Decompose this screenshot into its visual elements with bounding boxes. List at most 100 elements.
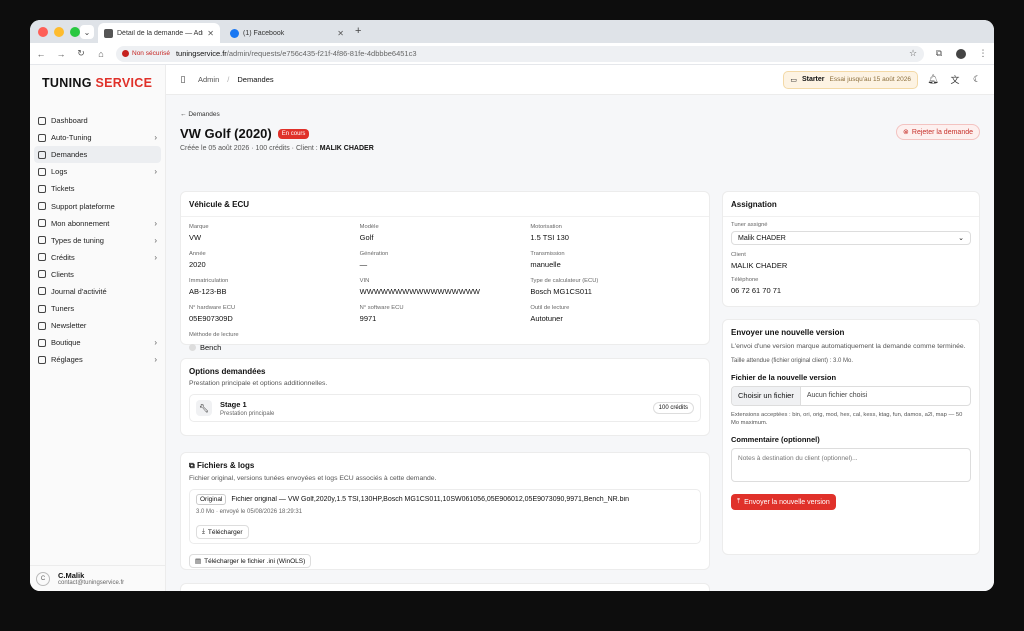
sidebar-item-label: Auto-Tuning <box>51 133 92 143</box>
assignment-card-title: Assignation <box>731 200 777 209</box>
menu-item-icon <box>38 133 46 142</box>
bookmark-star-icon[interactable]: ☆ <box>908 48 918 59</box>
field-value: AB-123-BB <box>189 287 227 296</box>
breadcrumb-separator: / <box>227 75 230 84</box>
next-card <box>180 583 710 591</box>
user-name: C.Malik <box>58 571 85 580</box>
main-content: ▯ Admin / Demandes ▭ Starter Essai jusqu… <box>166 65 994 591</box>
browser-toolbar-right: ⧉ ⋮ <box>934 48 988 59</box>
sidebar-item-label: Tickets <box>51 184 75 194</box>
bell-icon[interactable]: 🔔︎ <box>926 74 940 85</box>
tuner-select[interactable]: Malik CHADER ⌄ <box>731 231 971 245</box>
field-value: 2020 <box>189 260 206 269</box>
avatar: C <box>36 571 50 586</box>
chevron-right-icon: › <box>154 252 157 262</box>
file-row: Original Fichier original — VW Golf,2020… <box>189 489 701 544</box>
tab-search-button[interactable]: ⌄ <box>80 25 94 39</box>
kebab-menu-icon[interactable]: ⋮ <box>978 48 988 59</box>
sidebar-item-dashboard[interactable]: Dashboard <box>34 112 161 129</box>
security-indicator[interactable]: Non sécurisé <box>122 50 170 57</box>
sidebar-item-auto-tuning[interactable]: Auto-Tuning › <box>34 129 161 146</box>
breadcrumb-admin[interactable]: Admin <box>198 75 219 84</box>
sidebar-item-types-de-tuning[interactable]: Types de tuning › <box>34 232 161 249</box>
theme-toggle-icon[interactable]: ☾ <box>970 74 984 85</box>
chevron-down-icon: ⌄ <box>83 27 91 37</box>
x-circle-icon: ⊗ <box>903 129 909 136</box>
browser-window: ⌄ Détail de la demande — Admi ✕ (1) Face… <box>30 20 994 591</box>
download-button[interactable]: ⤓ Télécharger <box>196 525 249 539</box>
new-tab-button[interactable]: + <box>355 25 361 37</box>
menu-item-icon <box>38 338 46 347</box>
sidebar-item-mon-abonnement[interactable]: Mon abonnement › <box>34 215 161 232</box>
field-value: VW <box>189 233 202 242</box>
vehicle-field: VIN WWWWWWWWWWWWWWWWW <box>360 278 531 296</box>
field-value: 1.5 TSI 130 <box>530 233 569 242</box>
close-window-button[interactable] <box>38 27 48 37</box>
vehicle-field: Motorisation 1.5 TSI 130 <box>530 224 701 242</box>
vehicle-field: N° software ECU 9971 <box>360 305 531 323</box>
sidebar-item-label: Dashboard <box>51 116 88 126</box>
back-arrow-icon[interactable]: ← <box>36 49 46 59</box>
close-tab-icon[interactable]: ✕ <box>337 29 344 38</box>
download-ini-button[interactable]: ▤ Télécharger le fichier .ini (WinOLS) <box>189 554 312 568</box>
extensions-icon[interactable]: ⧉ <box>934 48 944 59</box>
sidebar-item-journal-d-activit[interactable]: Journal d'activité <box>34 283 161 300</box>
warning-icon <box>122 50 129 57</box>
calendar-icon: ▭ <box>790 76 797 84</box>
plan-badge[interactable]: ▭ Starter Essai jusqu'au 15 août 2026 <box>783 70 918 89</box>
sidebar-item-r-glages[interactable]: Réglages › <box>34 351 161 368</box>
sidebar-item-label: Demandes <box>51 150 88 160</box>
sidebar-item-label: Logs <box>51 167 68 177</box>
field-label: Transmission <box>530 251 565 257</box>
field-label: Marque <box>189 224 209 230</box>
sidebar-item-tickets[interactable]: Tickets <box>34 180 161 197</box>
choose-file-button[interactable]: Choisir un fichier <box>732 386 801 405</box>
menu-item-icon <box>38 270 46 279</box>
sidebar-item-label: Clients <box>51 269 74 279</box>
field-label: VIN <box>359 278 370 284</box>
back-link[interactable]: ← Demandes <box>180 111 980 118</box>
plan-trial-text: Essai jusqu'au 15 août 2026 <box>829 76 911 83</box>
field-value: 9971 <box>359 314 377 323</box>
menu-item-icon <box>38 355 46 364</box>
browser-tab-active[interactable]: Détail de la demande — Admi ✕ <box>98 23 220 43</box>
reload-icon[interactable]: ↻ <box>76 48 86 59</box>
vehicle-field: Immatriculation AB-123-BB <box>189 278 360 296</box>
maximize-window-button[interactable] <box>70 27 80 37</box>
tab-strip: ⌄ Détail de la demande — Admi ✕ (1) Face… <box>30 20 994 43</box>
send-version-button[interactable]: ⤒ Envoyer la nouvelle version <box>731 494 836 511</box>
reject-request-button[interactable]: ⊗ Rejeter la demande <box>896 124 980 140</box>
language-icon[interactable]: 文 <box>948 73 962 86</box>
site-favicon-icon <box>104 28 113 38</box>
comment-textarea[interactable]: Notes à destination du client (optionnel… <box>731 448 971 483</box>
vehicle-card-title: Véhicule & ECU <box>189 200 250 209</box>
sidebar-item-boutique[interactable]: Boutique › <box>34 334 161 351</box>
forward-arrow-icon[interactable]: → <box>56 49 66 59</box>
close-tab-icon[interactable]: ✕ <box>207 29 214 38</box>
sidebar-item-newsletter[interactable]: Newsletter <box>34 317 161 334</box>
sidebar-item-support-plateforme[interactable]: Support plateforme <box>34 197 161 214</box>
sidebar-item-logs[interactable]: Logs › <box>34 163 161 180</box>
sidebar-item-tuners[interactable]: Tuners <box>34 300 161 317</box>
profile-avatar[interactable] <box>956 48 966 59</box>
url-field[interactable]: Non sécurisé tuningservice.fr/admin/requ… <box>116 45 924 62</box>
sidebar-item-demandes[interactable]: Demandes <box>34 146 161 164</box>
size-hint: Taille attendue (fichier original client… <box>731 357 854 364</box>
upload-icon: ⤒ <box>737 498 741 506</box>
sidebar-toggle-icon[interactable]: ▯ <box>176 74 190 85</box>
home-icon[interactable]: ⌂ <box>96 49 106 59</box>
phone-value: 06 72 61 70 71 <box>731 286 782 295</box>
no-file-text: Aucun fichier choisi <box>806 392 868 400</box>
minimize-window-button[interactable] <box>54 27 64 37</box>
vehicle-field: Outil de lecture Autotuner <box>530 305 701 323</box>
brand-logo[interactable]: TUNING SERVICE <box>30 65 165 112</box>
chevron-right-icon: › <box>154 218 157 228</box>
menu-item-icon <box>38 150 46 159</box>
user-box[interactable]: C C.Malik contact@tuningservice.fr <box>30 565 165 591</box>
sidebar-item-clients[interactable]: Clients <box>34 266 161 283</box>
browser-tab-facebook[interactable]: (1) Facebook ✕ <box>224 23 350 43</box>
file-input[interactable]: Choisir un fichier Aucun fichier choisi <box>731 385 971 406</box>
sidebar-item-cr-dits[interactable]: Crédits › <box>34 249 161 266</box>
window-controls <box>38 27 80 37</box>
page-header: ← Demandes VW Golf (2020) En cours Créée… <box>180 111 980 152</box>
